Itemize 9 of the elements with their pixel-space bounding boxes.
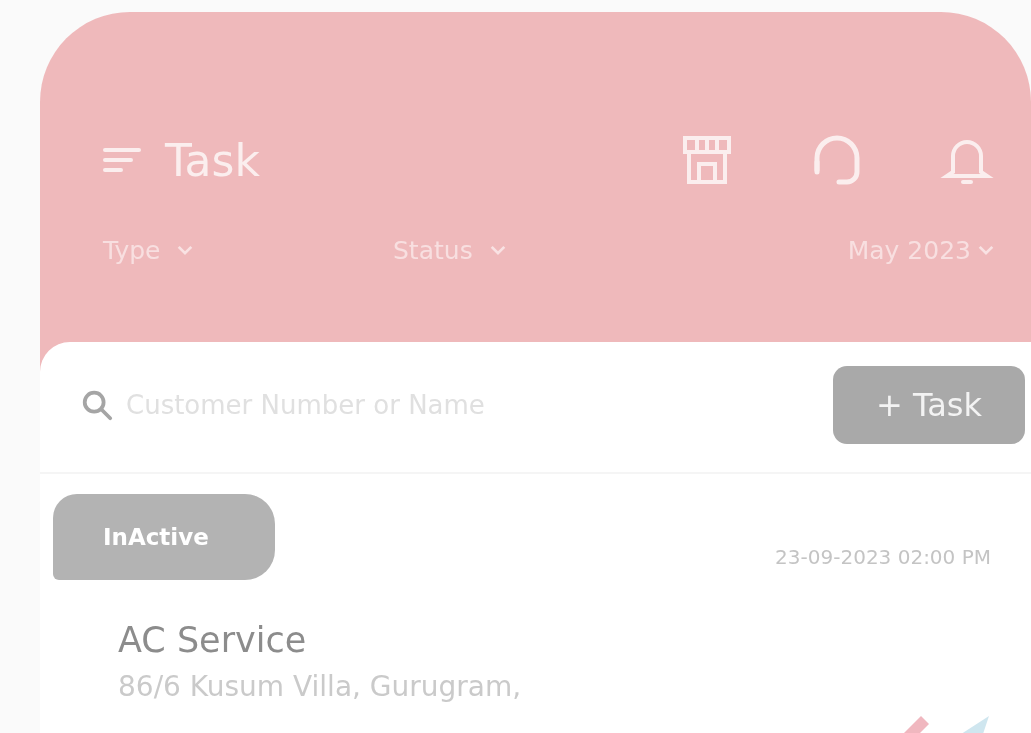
chevron-icon — [977, 245, 995, 256]
chevron-icon — [488, 245, 507, 256]
search-icon — [80, 388, 114, 422]
add-task-button[interactable]: + Task — [833, 366, 1025, 444]
chevron-icon — [176, 245, 195, 256]
task-title: AC Service — [118, 620, 308, 660]
status-badge: InActive — [53, 494, 275, 580]
menu-icon[interactable] — [103, 146, 143, 174]
task-datetime: 23-09-2023 02:00 PM — [775, 545, 991, 569]
